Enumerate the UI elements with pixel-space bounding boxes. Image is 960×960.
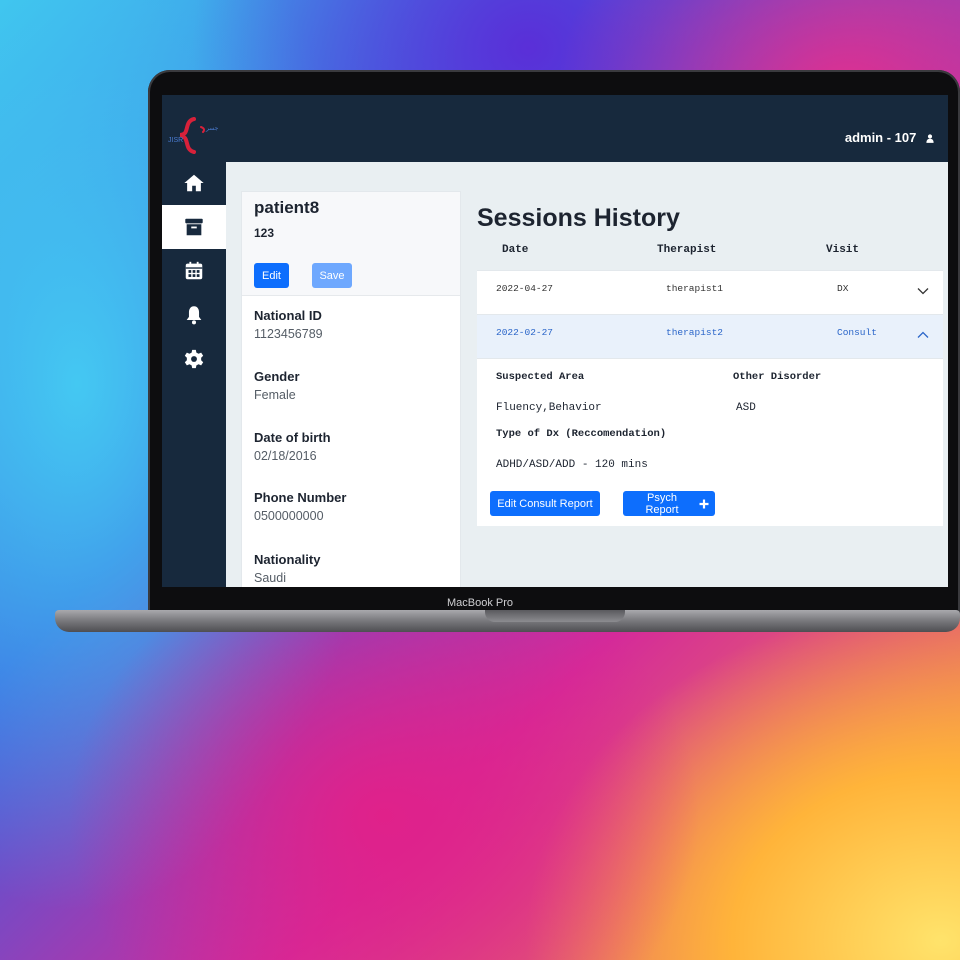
sidebar: JISR جسر bbox=[162, 95, 226, 587]
other-disorder-label: Other Disorder bbox=[733, 371, 822, 383]
sidebar-item-notifications[interactable] bbox=[162, 293, 226, 337]
patient-header: patient8 123 Edit Save bbox=[242, 192, 460, 296]
session-visit: Consult bbox=[837, 327, 877, 338]
logo-mark: JISR جسر bbox=[168, 117, 219, 154]
app-screen: JISR جسر admin - 107 patient8 123 Edit S… bbox=[162, 95, 948, 587]
field-label: Phone Number bbox=[254, 490, 347, 505]
field-value: 0500000000 bbox=[254, 509, 324, 523]
patient-panel: patient8 123 Edit Save National ID 11234… bbox=[241, 191, 461, 587]
table-row-expanded[interactable]: 2022-02-27 therapist2 Consult bbox=[477, 314, 943, 358]
suspected-area-label: Suspected Area bbox=[496, 371, 585, 383]
field-value: Saudi bbox=[254, 571, 286, 585]
psych-report-label: Psych Report bbox=[645, 491, 679, 516]
patient-name: patient8 bbox=[254, 198, 320, 217]
device-label: MacBook Pro bbox=[446, 597, 514, 609]
sidebar-item-calendar[interactable] bbox=[162, 249, 226, 293]
field-phone-number: Phone Number 0500000000 bbox=[254, 490, 346, 523]
column-header-date: Date bbox=[502, 244, 529, 256]
field-gender: Gender Female bbox=[254, 369, 300, 402]
column-header-visit: Visit bbox=[826, 244, 860, 256]
home-icon bbox=[184, 174, 204, 192]
field-value: 02/18/2016 bbox=[254, 449, 317, 463]
calendar-icon bbox=[185, 261, 203, 280]
laptop-notch bbox=[485, 610, 625, 622]
dx-type-value: ADHD/ASD/ADD - 120 mins bbox=[496, 459, 648, 471]
session-therapist: therapist2 bbox=[666, 327, 724, 338]
field-value: Female bbox=[254, 388, 296, 402]
field-label: Nationality bbox=[254, 552, 321, 567]
session-date: 2022-04-27 bbox=[496, 283, 554, 294]
field-nationality: Nationality Saudi bbox=[254, 552, 320, 585]
other-disorder-value: ASD bbox=[736, 402, 756, 414]
dx-type-label: Type of Dx (Reccomendation) bbox=[496, 428, 667, 440]
field-national-id: National ID 1123456789 bbox=[254, 308, 323, 341]
field-date-of-birth: Date of birth 02/18/2016 bbox=[254, 430, 331, 463]
laptop-mockup: MacBook Pro JISR جسر admin - 107 patient… bbox=[0, 0, 960, 960]
edit-consult-report-button[interactable]: Edit Consult Report bbox=[490, 491, 600, 516]
field-label: Gender bbox=[254, 369, 300, 384]
user-menu[interactable]: admin - 107 bbox=[845, 130, 934, 145]
suspected-area-value: Fluency,Behavior bbox=[496, 402, 602, 414]
psych-report-button[interactable]: Psych Report bbox=[623, 491, 715, 516]
session-date: 2022-02-27 bbox=[496, 327, 554, 338]
field-label: Date of birth bbox=[254, 430, 331, 445]
page-title: Sessions History bbox=[477, 204, 680, 232]
sessions-table: 2022-04-27 therapist1 DX 2022-02-27 ther… bbox=[477, 270, 943, 526]
top-bar: admin - 107 bbox=[226, 95, 948, 162]
sidebar-item-archive[interactable] bbox=[162, 205, 226, 249]
edit-button[interactable]: Edit bbox=[254, 263, 289, 288]
patient-code: 123 bbox=[254, 226, 275, 240]
gear-icon bbox=[184, 349, 204, 369]
logo-text: JISR bbox=[168, 137, 183, 144]
chevron-down-icon[interactable] bbox=[917, 287, 929, 295]
chevron-up-icon[interactable] bbox=[917, 331, 929, 339]
column-header-therapist: Therapist bbox=[657, 244, 717, 256]
field-value: 1123456789 bbox=[254, 327, 323, 341]
user-name: admin - 107 bbox=[844, 130, 917, 145]
session-visit: DX bbox=[837, 283, 849, 294]
field-label: National ID bbox=[254, 308, 322, 323]
session-details: Suspected Area Other Disorder Fluency,Be… bbox=[477, 358, 943, 526]
table-row[interactable]: 2022-04-27 therapist1 DX bbox=[477, 270, 943, 314]
user-icon bbox=[926, 134, 934, 143]
plus-icon bbox=[699, 499, 709, 508]
edit-consult-report-label: Edit Consult Report bbox=[497, 497, 593, 510]
bell-icon bbox=[186, 306, 202, 325]
logo[interactable]: JISR جسر bbox=[168, 115, 224, 155]
sidebar-item-home[interactable] bbox=[162, 161, 226, 205]
session-therapist: therapist1 bbox=[666, 283, 724, 294]
save-button[interactable]: Save bbox=[312, 263, 352, 288]
archive-icon bbox=[185, 218, 203, 236]
sidebar-item-settings[interactable] bbox=[162, 337, 226, 381]
svg-text:جسر: جسر bbox=[205, 125, 219, 132]
